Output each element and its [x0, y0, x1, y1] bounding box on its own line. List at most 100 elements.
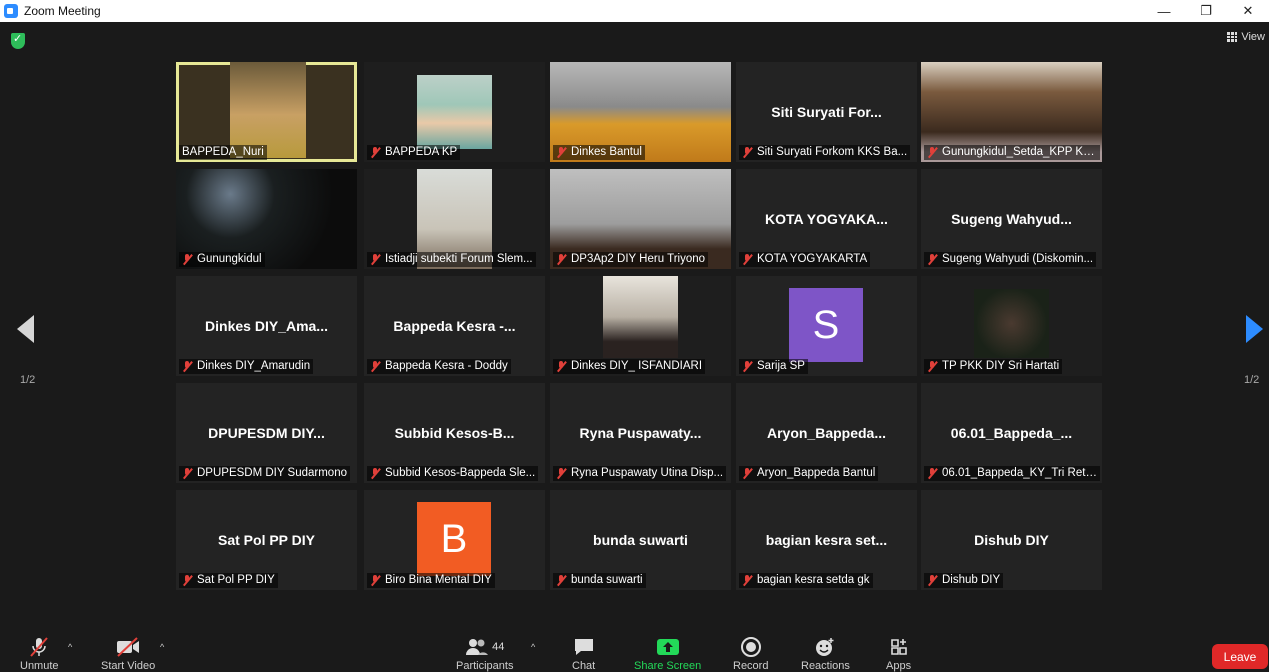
participant-name: Biro Bina Mental DIY — [385, 574, 492, 586]
participant-name-label: Subbid Kesos-Bappeda Sle... — [367, 466, 539, 481]
muted-mic-icon — [370, 147, 381, 158]
participant-display-name: Siti Suryati For... — [771, 104, 882, 120]
participant-tile[interactable]: bagian kesra set... bagian kesra setda gk — [736, 490, 917, 590]
share-screen-button[interactable]: Share Screen — [634, 636, 701, 672]
close-button[interactable]: ✕ — [1227, 0, 1269, 22]
participant-name: DPUPESDM DIY Sudarmono — [197, 467, 347, 479]
muted-mic-icon — [927, 254, 938, 265]
smiley-reaction-icon — [814, 636, 836, 658]
participant-tile[interactable]: Dinkes DIY_ ISFANDIARI — [550, 276, 731, 376]
muted-mic-icon — [182, 468, 193, 479]
participant-tile[interactable]: DPUPESDM DIY... DPUPESDM DIY Sudarmono — [176, 383, 357, 483]
participant-name: Dishub DIY — [942, 574, 1001, 586]
participant-video — [603, 276, 678, 358]
participant-tile[interactable]: S Sarija SP — [736, 276, 917, 376]
participant-name: DP3Ap2 DIY Heru Triyono — [571, 253, 706, 265]
muted-mic-icon — [370, 361, 381, 372]
participant-tile[interactable]: TP PKK DIY Sri Hartati — [921, 276, 1102, 376]
muted-mic-icon — [182, 575, 193, 586]
participant-video — [974, 289, 1049, 358]
participant-tile[interactable]: Gunungkidul_Setda_KPP Ke... — [921, 62, 1102, 162]
security-shield-icon[interactable] — [11, 32, 25, 49]
participant-tile[interactable]: BAPPEDA KP — [364, 62, 545, 162]
unmute-label: Unmute — [20, 660, 59, 672]
participant-name-label: KOTA YOGYAKARTA — [739, 252, 871, 267]
restore-button[interactable]: ❐ — [1185, 0, 1227, 22]
participant-tile[interactable]: Sat Pol PP DIY Sat Pol PP DIY — [176, 490, 357, 590]
participant-display-name: Dishub DIY — [974, 532, 1049, 548]
participant-tile[interactable]: Dinkes DIY_Ama... Dinkes DIY_Amarudin — [176, 276, 357, 376]
view-label: View — [1241, 31, 1265, 43]
participant-tile[interactable]: B Biro Bina Mental DIY — [364, 490, 545, 590]
muted-mic-icon — [556, 361, 567, 372]
share-screen-label: Share Screen — [634, 660, 702, 672]
participant-name-label: Gunungkidul_Setda_KPP Ke... — [924, 145, 1100, 160]
participant-display-name: Sugeng Wahyud... — [951, 211, 1072, 227]
participant-name-label: 06.01_Bappeda_KY_Tri Retn... — [924, 466, 1100, 481]
participant-tile[interactable]: Sugeng Wahyud... Sugeng Wahyudi (Diskomin… — [921, 169, 1102, 269]
apps-icon — [889, 636, 909, 658]
window-controls: — ❐ ✕ — [1143, 0, 1269, 22]
previous-page-arrow-icon[interactable] — [17, 315, 34, 343]
participant-name-label: Ryna Puspawaty Utina Disp... — [553, 466, 727, 481]
page-indicator-right: 1/2 — [1244, 374, 1260, 386]
muted-mic-icon — [742, 361, 753, 372]
participants-chevron-icon[interactable]: ^ — [531, 642, 535, 652]
reactions-button[interactable]: Reactions — [801, 636, 850, 672]
apps-button[interactable]: Apps — [886, 636, 911, 672]
leave-button[interactable]: Leave — [1212, 644, 1268, 669]
participant-name-label: Siti Suryati Forkom KKS Ba... — [739, 145, 911, 160]
participant-tile[interactable]: Subbid Kesos-B... Subbid Kesos-Bappeda Sl… — [364, 383, 545, 483]
participants-button[interactable]: 44 Participants — [456, 636, 513, 672]
participant-name-label: BAPPEDA_Nuri — [179, 145, 267, 160]
muted-mic-icon — [182, 361, 193, 372]
muted-mic-icon — [927, 468, 938, 479]
participant-tile[interactable]: Siti Suryati For... Siti Suryati Forkom K… — [736, 62, 917, 162]
chat-bubble-icon — [573, 636, 595, 658]
audio-options-chevron-icon[interactable]: ^ — [68, 642, 72, 652]
participant-name-label: Dishub DIY — [924, 573, 1004, 588]
minimize-button[interactable]: — — [1143, 0, 1185, 22]
participant-name-label: Sat Pol PP DIY — [179, 573, 278, 588]
muted-mic-icon — [370, 575, 381, 586]
participant-tile[interactable]: Dishub DIY Dishub DIY — [921, 490, 1102, 590]
page-indicator-left: 1/2 — [20, 374, 36, 386]
participant-tile[interactable]: BAPPEDA_Nuri — [176, 62, 357, 162]
participant-name: Dinkes DIY_Amarudin — [197, 360, 311, 372]
muted-mic-icon — [556, 468, 567, 479]
view-button[interactable]: View — [1227, 31, 1265, 43]
next-page-arrow-icon[interactable] — [1246, 315, 1263, 343]
participant-name: bunda suwarti — [571, 574, 643, 586]
zoom-app-icon — [4, 4, 18, 18]
participant-name: Sugeng Wahyudi (Diskomin... — [942, 253, 1094, 265]
participant-tile[interactable]: Bappeda Kesra -... Bappeda Kesra - Doddy — [364, 276, 545, 376]
participant-tile[interactable]: bunda suwarti bunda suwarti — [550, 490, 731, 590]
participant-name-label: TP PKK DIY Sri Hartati — [924, 359, 1063, 374]
muted-mic-icon — [927, 575, 938, 586]
record-button[interactable]: Record — [733, 636, 768, 672]
participant-name: Gunungkidul — [197, 253, 262, 265]
participant-tile[interactable]: Ryna Puspawaty... Ryna Puspawaty Utina Di… — [550, 383, 731, 483]
participant-tile[interactable]: KOTA YOGYAKA... KOTA YOGYAKARTA — [736, 169, 917, 269]
participant-tile[interactable]: Gunungkidul — [176, 169, 357, 269]
participant-tile[interactable]: Aryon_Bappeda... Aryon_Bappeda Bantul — [736, 383, 917, 483]
participant-name-label: Sugeng Wahyudi (Diskomin... — [924, 252, 1097, 267]
participant-name: Ryna Puspawaty Utina Disp... — [571, 467, 724, 479]
participant-name-label: Biro Bina Mental DIY — [367, 573, 495, 588]
participant-tile[interactable]: Dinkes Bantul — [550, 62, 731, 162]
participant-avatar: B — [417, 502, 491, 576]
muted-mic-icon — [182, 254, 193, 265]
participant-tile[interactable]: DP3Ap2 DIY Heru Triyono — [550, 169, 731, 269]
participant-name: Sarija SP — [757, 360, 805, 372]
start-video-button[interactable]: Start Video — [101, 636, 155, 672]
video-options-chevron-icon[interactable]: ^ — [160, 642, 164, 652]
unmute-button[interactable]: Unmute — [20, 636, 59, 672]
participant-name: Sat Pol PP DIY — [197, 574, 275, 586]
chat-button[interactable]: Chat — [572, 636, 595, 672]
participant-name: 06.01_Bappeda_KY_Tri Retn... — [942, 467, 1097, 479]
participant-tile[interactable]: 06.01_Bappeda_... 06.01_Bappeda_KY_Tri Re… — [921, 383, 1102, 483]
window-title: Zoom Meeting — [24, 4, 101, 18]
participant-tile[interactable]: Istiadji subekti Forum Slem... — [364, 169, 545, 269]
participant-name: TP PKK DIY Sri Hartati — [942, 360, 1060, 372]
participant-video — [230, 62, 306, 158]
